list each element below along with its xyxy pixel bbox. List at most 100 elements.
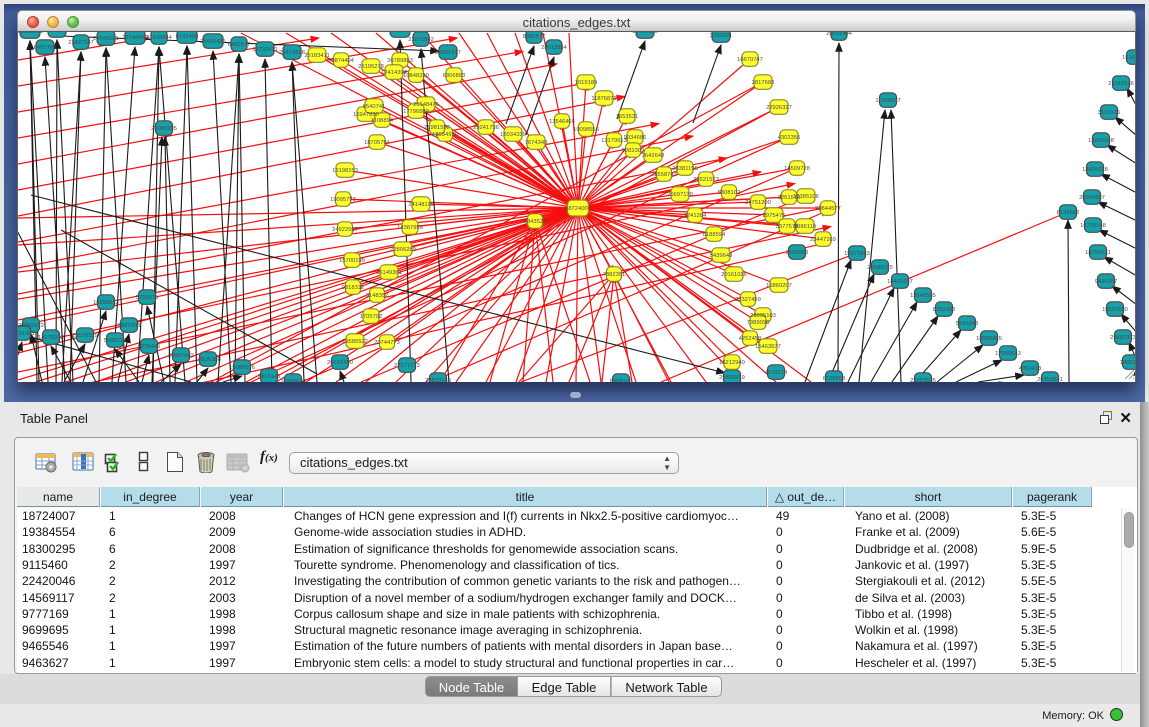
svg-text:25148476: 25148476 bbox=[413, 102, 439, 108]
svg-text:23447169: 23447169 bbox=[810, 237, 836, 243]
svg-text:20744773: 20744773 bbox=[374, 340, 400, 346]
svg-text:15198153: 15198153 bbox=[332, 168, 358, 174]
svg-text:22053595: 22053595 bbox=[910, 378, 936, 382]
svg-text:18705794: 18705794 bbox=[364, 140, 391, 146]
svg-text:9816145: 9816145 bbox=[258, 374, 281, 380]
svg-text:19688132: 19688132 bbox=[387, 32, 413, 34]
svg-text:29893819: 29893819 bbox=[719, 375, 745, 381]
svg-text:1653531: 1653531 bbox=[616, 114, 639, 120]
svg-text:18754131: 18754131 bbox=[1085, 250, 1111, 256]
svg-text:5641643: 5641643 bbox=[956, 321, 979, 327]
svg-text:16860207: 16860207 bbox=[766, 283, 792, 289]
svg-text:26195278: 26195278 bbox=[358, 64, 384, 70]
svg-text:14460856: 14460856 bbox=[632, 32, 658, 35]
svg-text:22992872: 22992872 bbox=[18, 323, 44, 329]
svg-text:9034686: 9034686 bbox=[624, 135, 647, 141]
svg-text:17559643: 17559643 bbox=[995, 351, 1021, 357]
svg-text:23833160: 23833160 bbox=[425, 378, 451, 382]
svg-text:6457765: 6457765 bbox=[34, 45, 57, 51]
svg-text:1019189: 1019189 bbox=[575, 80, 598, 86]
svg-text:13546466: 13546466 bbox=[549, 119, 575, 125]
svg-text:28381196: 28381196 bbox=[672, 166, 697, 172]
svg-text:22926327: 22926327 bbox=[766, 105, 792, 111]
svg-text:3131636: 3131636 bbox=[1098, 110, 1121, 116]
svg-text:6742460: 6742460 bbox=[176, 34, 199, 40]
svg-text:21981592: 21981592 bbox=[424, 125, 450, 131]
svg-text:20161026: 20161026 bbox=[721, 272, 747, 278]
svg-text:16396513: 16396513 bbox=[93, 300, 119, 306]
svg-text:15212940: 15212940 bbox=[719, 360, 745, 366]
svg-text:29281417: 29281417 bbox=[435, 50, 461, 56]
svg-text:2817683: 2817683 bbox=[752, 80, 775, 86]
svg-text:12920906: 12920906 bbox=[44, 32, 70, 34]
svg-text:4050413: 4050413 bbox=[1019, 366, 1042, 372]
svg-text:18034339: 18034339 bbox=[500, 132, 526, 138]
svg-text:22744459: 22744459 bbox=[122, 35, 148, 41]
svg-text:29882973: 29882973 bbox=[1110, 335, 1136, 341]
svg-text:24148116: 24148116 bbox=[408, 202, 433, 208]
svg-text:8134562: 8134562 bbox=[1057, 210, 1080, 216]
svg-text:14401657: 14401657 bbox=[887, 279, 913, 285]
svg-text:11558837: 11558837 bbox=[875, 98, 900, 104]
svg-text:25997682: 25997682 bbox=[168, 353, 194, 359]
svg-text:19085076: 19085076 bbox=[229, 365, 255, 371]
svg-text:15375853: 15375853 bbox=[844, 251, 870, 257]
svg-text:28988101: 28988101 bbox=[18, 32, 43, 35]
svg-text:22806289: 22806289 bbox=[390, 247, 416, 253]
svg-text:21439044: 21439044 bbox=[146, 35, 173, 41]
svg-text:15165337: 15165337 bbox=[1122, 55, 1136, 61]
svg-text:18096865: 18096865 bbox=[976, 336, 1002, 342]
svg-text:12385106: 12385106 bbox=[793, 194, 819, 200]
svg-text:7674349: 7674349 bbox=[525, 140, 548, 146]
svg-text:19563180: 19563180 bbox=[1102, 307, 1128, 313]
svg-text:8986110: 8986110 bbox=[794, 224, 816, 230]
svg-text:28012854: 28012854 bbox=[541, 45, 568, 51]
svg-text:6540741: 6540741 bbox=[363, 104, 386, 110]
svg-text:29241736: 29241736 bbox=[473, 125, 499, 131]
svg-text:13910648: 13910648 bbox=[1088, 138, 1114, 144]
svg-text:29844577: 29844577 bbox=[815, 206, 841, 212]
svg-text:7389096: 7389096 bbox=[747, 320, 770, 326]
svg-text:15463677: 15463677 bbox=[755, 344, 781, 350]
svg-text:5308102: 5308102 bbox=[718, 190, 741, 196]
svg-text:2580963: 2580963 bbox=[786, 250, 809, 256]
svg-text:16149361: 16149361 bbox=[376, 270, 402, 276]
svg-text:8359183: 8359183 bbox=[933, 307, 956, 313]
svg-text:4679214: 4679214 bbox=[765, 370, 788, 376]
svg-text:28095103: 28095103 bbox=[750, 313, 776, 319]
svg-text:5439648: 5439648 bbox=[710, 253, 733, 259]
svg-text:7382351: 7382351 bbox=[603, 272, 626, 278]
svg-text:20994697: 20994697 bbox=[1079, 195, 1105, 201]
svg-text:9887903: 9887903 bbox=[118, 323, 141, 329]
svg-text:3220921: 3220921 bbox=[710, 33, 733, 39]
svg-text:24922597: 24922597 bbox=[332, 227, 358, 233]
svg-text:27577773: 27577773 bbox=[394, 363, 420, 369]
svg-text:14509728: 14509728 bbox=[784, 166, 810, 172]
svg-text:14275203: 14275203 bbox=[38, 335, 64, 341]
svg-text:9275445: 9275445 bbox=[138, 344, 161, 350]
svg-text:5793975: 5793975 bbox=[136, 295, 159, 301]
svg-text:25183411: 25183411 bbox=[304, 53, 329, 59]
svg-text:19586522: 19586522 bbox=[342, 339, 368, 345]
svg-text:4252458: 4252458 bbox=[739, 336, 762, 342]
svg-text:1241284: 1241284 bbox=[684, 213, 707, 219]
svg-text:21012166: 21012166 bbox=[1108, 81, 1134, 87]
svg-text:25089205: 25089205 bbox=[151, 126, 177, 132]
svg-text:23487347: 23487347 bbox=[68, 40, 94, 46]
svg-text:19098556: 19098556 bbox=[573, 127, 599, 133]
svg-text:6306893: 6306893 bbox=[443, 73, 466, 79]
svg-text:11876872: 11876872 bbox=[591, 96, 616, 102]
svg-text:24751200: 24751200 bbox=[745, 200, 771, 206]
svg-text:18724007: 18724007 bbox=[565, 206, 591, 212]
svg-text:26521573: 26521573 bbox=[693, 177, 719, 183]
svg-text:15700199: 15700199 bbox=[339, 258, 365, 264]
svg-text:4302355: 4302355 bbox=[778, 135, 801, 141]
svg-text:13732411: 13732411 bbox=[252, 47, 277, 53]
svg-text:3148352: 3148352 bbox=[366, 293, 389, 299]
svg-text:23874404: 23874404 bbox=[328, 58, 355, 64]
svg-text:19836388: 19836388 bbox=[195, 357, 221, 363]
svg-text:13805018: 13805018 bbox=[1082, 167, 1108, 173]
svg-text:17751421: 17751421 bbox=[18, 331, 35, 337]
svg-text:23971842: 23971842 bbox=[408, 37, 434, 43]
svg-text:5685216: 5685216 bbox=[104, 338, 127, 344]
